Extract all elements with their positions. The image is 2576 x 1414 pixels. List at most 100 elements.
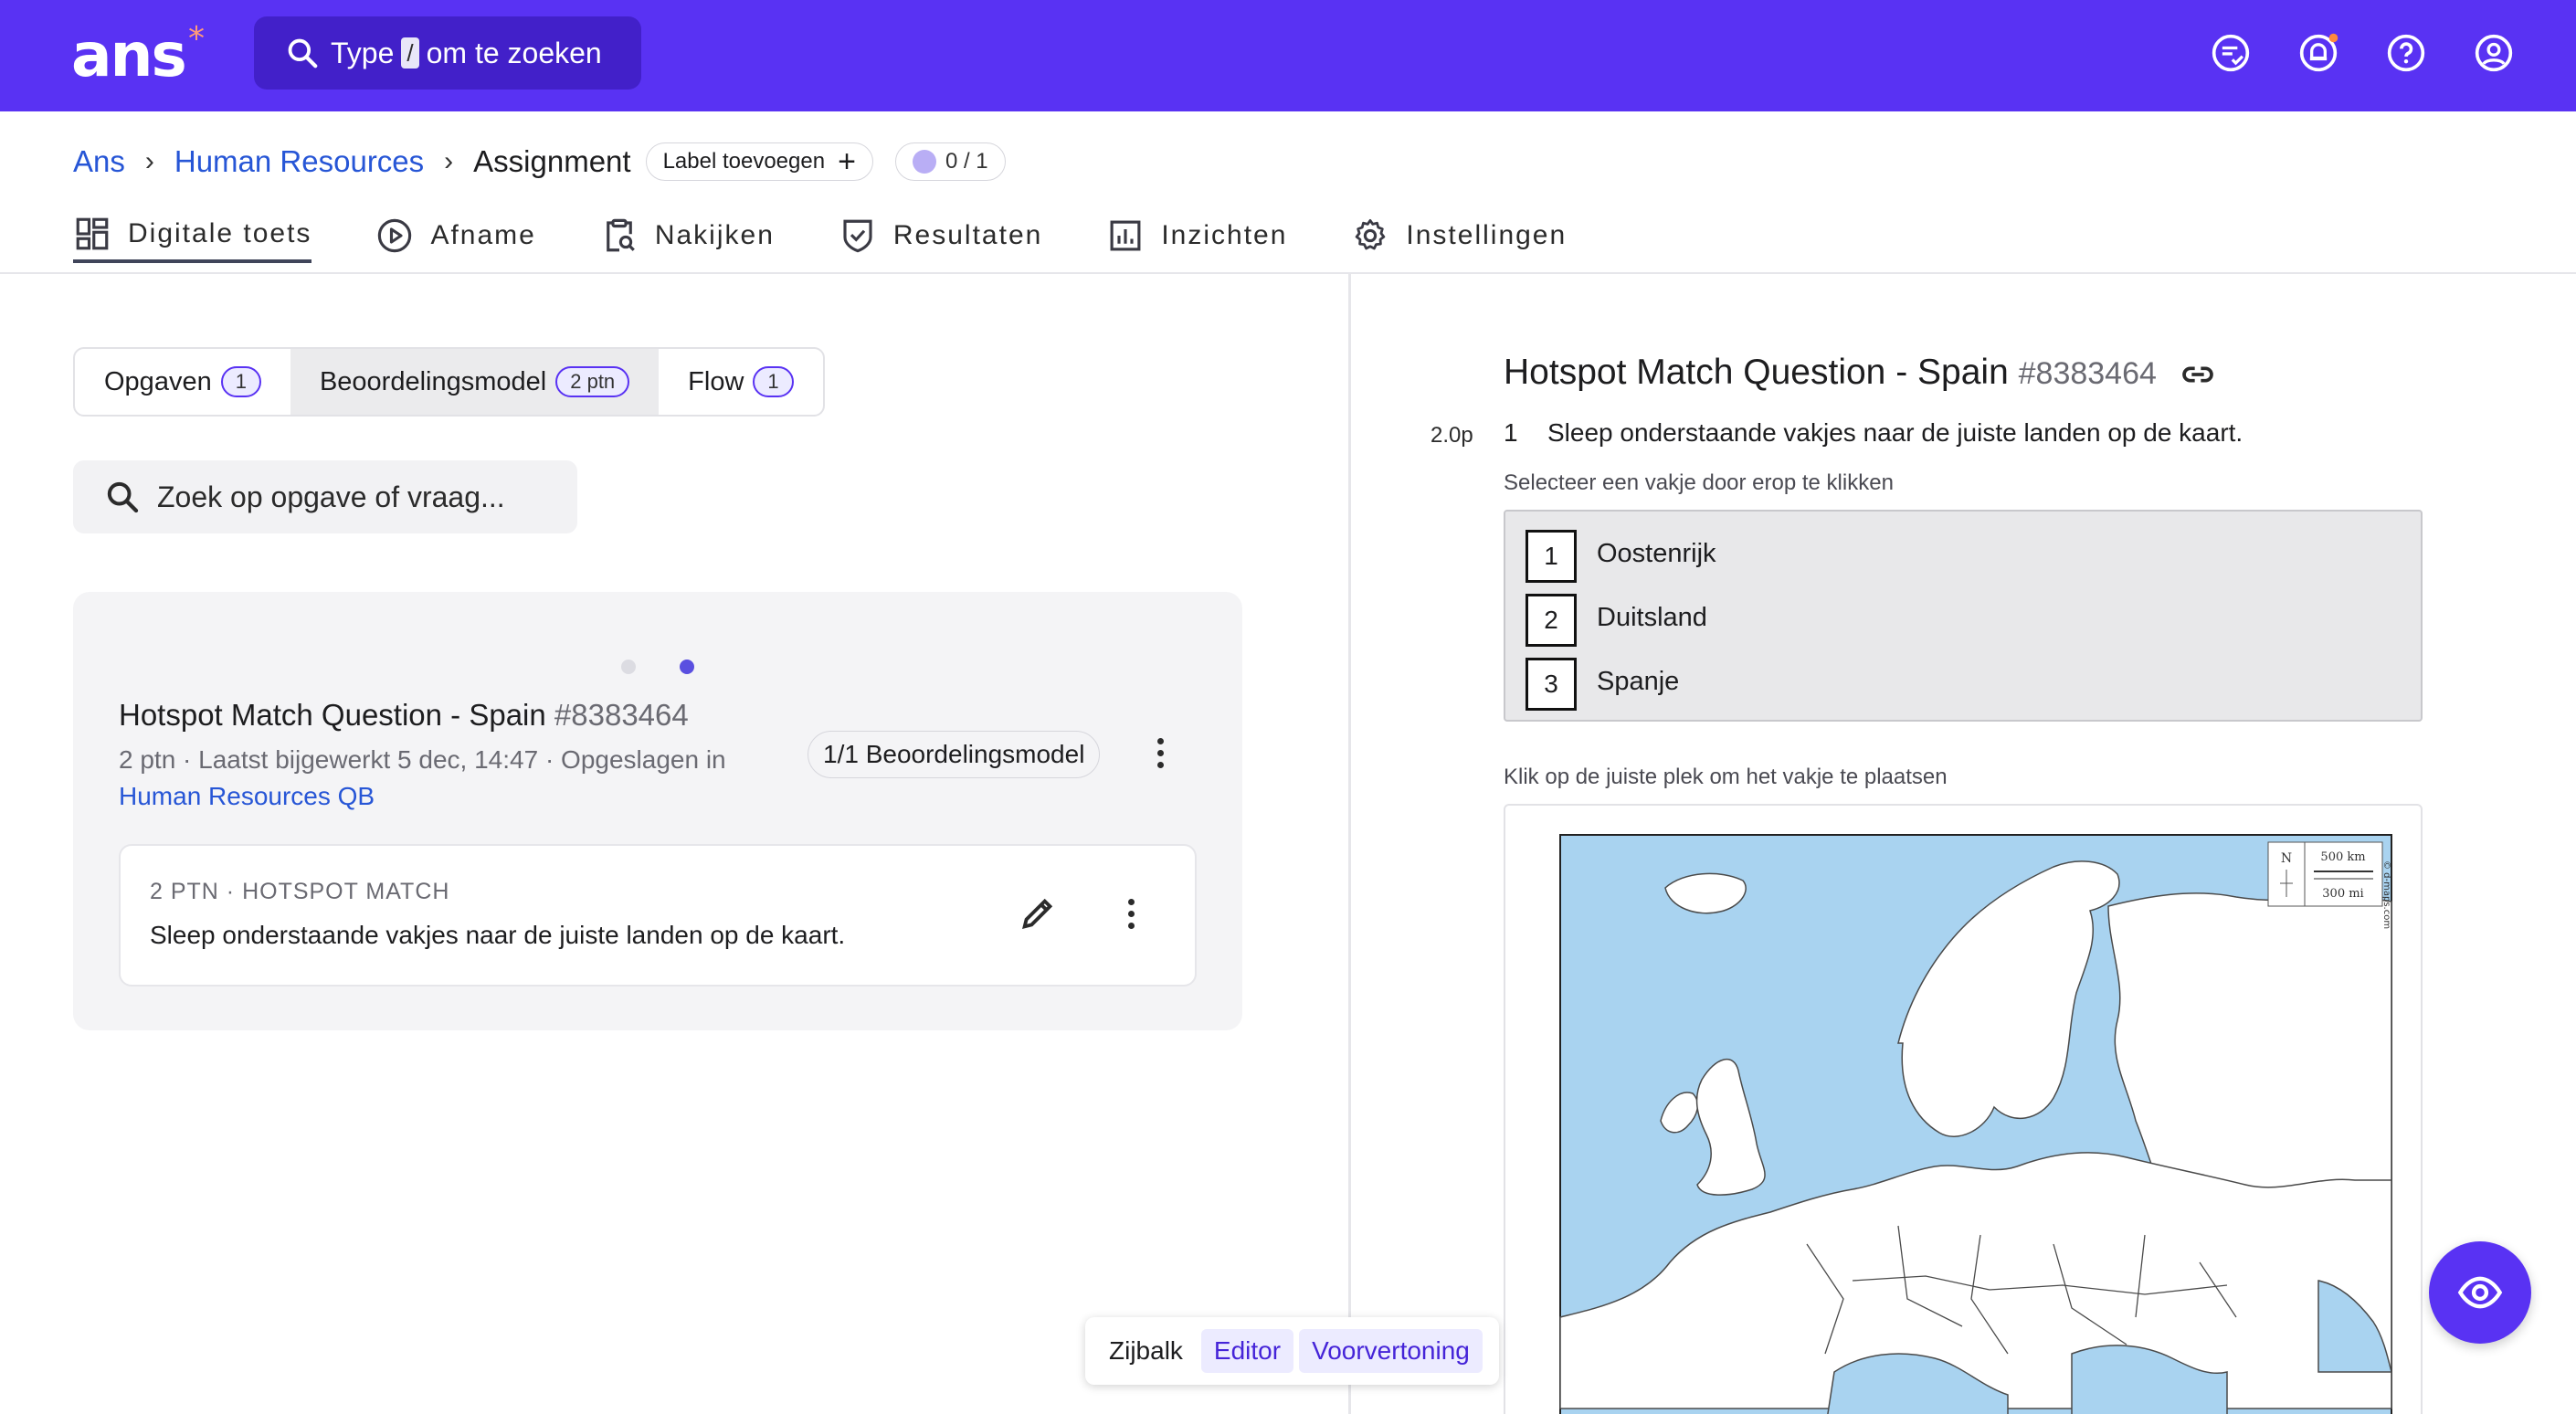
pane-divider[interactable] bbox=[1348, 274, 1351, 1414]
map-credit: © d-maps.com bbox=[2381, 860, 2391, 929]
bell-icon[interactable] bbox=[2298, 33, 2338, 73]
card-title: Hotspot Match Question - Spain #8383464 bbox=[119, 698, 689, 733]
tab-label: Flow bbox=[688, 366, 744, 396]
card-meta-text: 2 ptn · Laatst bijgewerkt 5 dec, 14:47 ·… bbox=[119, 745, 726, 774]
place-instruction: Klik op de juiste plek om het vakje te p… bbox=[1504, 765, 1948, 789]
question-item[interactable]: 2 PTN · HOTSPOT MATCH Sleep onderstaande… bbox=[119, 844, 1197, 987]
chevron-right-icon: › bbox=[444, 146, 454, 176]
logo-star: * bbox=[188, 20, 205, 58]
preview-title: Hotspot Match Question - Spain #8383464 bbox=[1504, 353, 2216, 393]
eye-icon bbox=[2457, 1276, 2503, 1309]
tab-digitale-toets[interactable]: Digitale toets bbox=[73, 208, 312, 263]
tab-nakijken[interactable]: Nakijken bbox=[600, 208, 775, 263]
tab-resultaten[interactable]: Resultaten bbox=[839, 208, 1042, 263]
preview-title-text: Hotspot Match Question - Spain bbox=[1504, 353, 2009, 392]
dashboard-icon bbox=[76, 217, 109, 250]
question-points: 2.0p bbox=[1431, 423, 1473, 448]
view-toggle-bar: Zijbalk Editor Voorvertoning bbox=[1085, 1317, 1499, 1385]
tab-label: Beoordelingsmodel bbox=[319, 366, 547, 396]
drag-tile-1[interactable]: 1 bbox=[1526, 530, 1577, 583]
question-bank-link[interactable]: Human Resources QB bbox=[119, 782, 375, 810]
pager-dot[interactable] bbox=[621, 660, 636, 674]
progress-text: 0 / 1 bbox=[945, 149, 988, 174]
global-search[interactable]: Type / om te zoeken bbox=[254, 16, 641, 90]
main-tabs: Digitale toets Afname Nakijken Resultate… bbox=[73, 208, 1631, 272]
preview-toggle[interactable]: Voorvertoning bbox=[1299, 1329, 1483, 1373]
select-instruction: Selecteer een vakje door erop te klikken bbox=[1504, 470, 1894, 495]
add-label-text: Label toevoegen bbox=[662, 149, 826, 174]
card-meta: 2 ptn · Laatst bijgewerkt 5 dec, 14:47 ·… bbox=[119, 742, 776, 815]
chevron-right-icon: › bbox=[144, 146, 154, 176]
europe-map[interactable]: N 500 km 300 mi © d-maps.com bbox=[1505, 806, 2423, 1414]
tab-label: Inzichten bbox=[1161, 220, 1288, 250]
tab-label: Opgaven bbox=[104, 366, 212, 396]
card-title-text: Hotspot Match Question - Spain bbox=[119, 698, 546, 732]
tab-label: Digitale toets bbox=[128, 218, 312, 248]
preview-id: #8383464 bbox=[2018, 356, 2157, 391]
nav-divider bbox=[0, 272, 2576, 274]
search-placeholder: Zoek op opgave of vraag... bbox=[157, 480, 505, 513]
scale-mi-label: 300 mi bbox=[2322, 887, 2363, 901]
hotspot-map-area[interactable]: N 500 km 300 mi © d-maps.com bbox=[1504, 804, 2423, 1414]
play-icon bbox=[378, 218, 412, 253]
search-icon bbox=[107, 481, 139, 513]
breadcrumb-human-resources[interactable]: Human Resources bbox=[174, 144, 424, 179]
chart-icon bbox=[1110, 220, 1141, 251]
gear-icon bbox=[1356, 218, 1386, 250]
progress-dot-icon bbox=[912, 150, 936, 174]
breadcrumb-current: Assignment bbox=[473, 144, 631, 178]
north-label: N bbox=[2281, 851, 2292, 866]
add-label-button[interactable]: Label toevoegen + bbox=[645, 142, 873, 181]
pager-dot-active[interactable] bbox=[680, 660, 694, 674]
tab-beoordelingsmodel[interactable]: Beoordelingsmodel 2 ptn bbox=[290, 349, 660, 415]
question-group-card: Hotspot Match Question - Spain #8383464 … bbox=[73, 592, 1242, 1030]
sidebar-toggle[interactable]: Zijbalk bbox=[1096, 1329, 1196, 1373]
question-type: 2 PTN · HOTSPOT MATCH bbox=[150, 879, 450, 904]
tab-inzichten[interactable]: Inzichten bbox=[1106, 208, 1287, 263]
clipboard-search-icon bbox=[607, 218, 635, 252]
scale-km-label: 500 km bbox=[2320, 850, 2365, 864]
tab-label: Nakijken bbox=[654, 220, 775, 250]
more-options-icon[interactable] bbox=[1155, 738, 1166, 774]
tile-label: Spanje bbox=[1597, 667, 1680, 696]
breadcrumb-ans[interactable]: Ans bbox=[73, 144, 125, 179]
progress-badge: 0 / 1 bbox=[894, 142, 1006, 181]
tab-label: Instellingen bbox=[1406, 220, 1568, 250]
shield-check-icon bbox=[843, 219, 872, 253]
link-icon[interactable] bbox=[2180, 356, 2216, 393]
assessment-model-pill[interactable]: 1/1 Beoordelingsmodel bbox=[808, 731, 1101, 778]
tile-label: Duitsland bbox=[1597, 603, 1707, 632]
tab-label: Afname bbox=[430, 220, 536, 250]
more-options-icon[interactable] bbox=[1125, 899, 1136, 934]
breadcrumb: Ans › Human Resources › Assignment Label… bbox=[73, 142, 1006, 181]
tile-label: Oostenrijk bbox=[1597, 539, 1716, 568]
edit-icon[interactable] bbox=[1018, 892, 1060, 934]
question-search-input[interactable]: Zoek op opgave of vraag... bbox=[73, 460, 577, 533]
count-badge: 1 bbox=[753, 366, 794, 397]
drag-tile-3[interactable]: 3 bbox=[1526, 658, 1577, 711]
tab-instellingen[interactable]: Instellingen bbox=[1351, 208, 1567, 263]
search-shortcut-key: / bbox=[401, 37, 419, 69]
preview-fab-button[interactable] bbox=[2429, 1241, 2531, 1344]
count-badge: 1 bbox=[220, 366, 261, 397]
card-id: #8383464 bbox=[554, 698, 689, 732]
left-segment-tabs: Opgaven 1 Beoordelingsmodel 2 ptn Flow 1 bbox=[73, 347, 825, 417]
points-badge: 2 ptn bbox=[555, 366, 630, 397]
question-text: Sleep onderstaande vakjes naar de juiste… bbox=[1547, 418, 2243, 447]
editor-toggle[interactable]: Editor bbox=[1200, 1329, 1294, 1373]
top-bar: ans * Type / om te zoeken bbox=[0, 0, 2576, 111]
tab-opgaven[interactable]: Opgaven 1 bbox=[75, 349, 290, 415]
feedback-icon[interactable] bbox=[2211, 33, 2251, 73]
plus-icon: + bbox=[838, 144, 856, 179]
search-icon bbox=[288, 38, 318, 69]
question-text: Sleep onderstaande vakjes naar de juiste… bbox=[150, 921, 846, 949]
tab-flow[interactable]: Flow 1 bbox=[659, 349, 822, 415]
question-number: 1 bbox=[1504, 418, 1518, 447]
ans-logo[interactable]: ans bbox=[71, 20, 187, 90]
help-icon[interactable] bbox=[2386, 33, 2426, 73]
account-icon[interactable] bbox=[2474, 33, 2514, 73]
drag-tile-2[interactable]: 2 bbox=[1526, 594, 1577, 647]
tab-afname[interactable]: Afname bbox=[375, 208, 535, 263]
search-prefix: Type bbox=[331, 36, 395, 69]
search-suffix: om te zoeken bbox=[426, 36, 602, 69]
